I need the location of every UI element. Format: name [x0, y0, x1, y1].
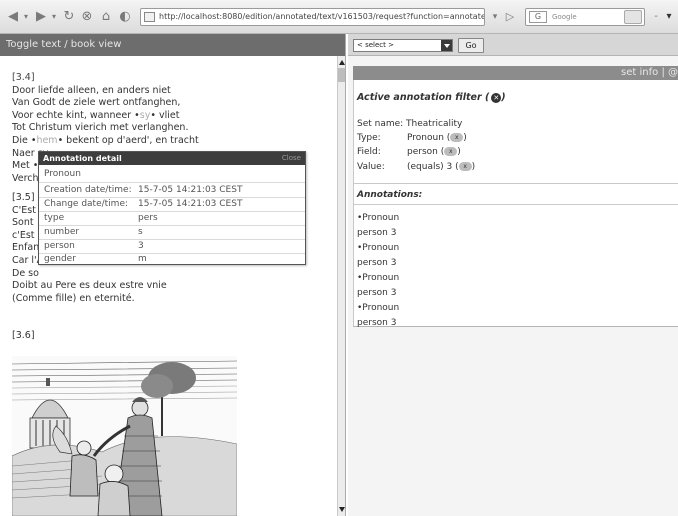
annotation-link[interactable]: •Pronoun	[357, 242, 399, 254]
popup-header[interactable]: Annotation detail Close	[39, 152, 305, 165]
annotation-detail-popup: Annotation detail Close Pronoun Creation…	[38, 151, 306, 265]
search-go-button[interactable]	[624, 10, 642, 24]
go-arrow-icon[interactable]: ▷	[503, 9, 517, 25]
menu-dropdown-icon[interactable]: ▾	[663, 9, 675, 25]
value-value: (equals) 3 (x)	[407, 162, 476, 172]
text-pane: Toggle text / book view [3.4] Door liefd…	[0, 34, 346, 516]
active-filter-panel: Active annotation filter (✕) Set name: T…	[353, 80, 678, 184]
annotations-title: Annotations:	[357, 190, 423, 200]
set-info-bar: set info | @	[353, 66, 678, 80]
popup-title: Annotation detail	[43, 154, 122, 163]
detail-value: s	[138, 227, 143, 237]
left-scrollbar[interactable]	[337, 56, 345, 516]
value-label: Value:	[357, 162, 385, 172]
search-placeholder: Google	[552, 13, 577, 21]
select-value: < select >	[357, 41, 394, 49]
annotation-detail: person 3	[357, 258, 397, 268]
divider	[39, 182, 305, 183]
annotation-category: Pronoun	[44, 169, 81, 179]
verse-line: De so	[12, 267, 39, 279]
detail-value: pers	[138, 213, 158, 223]
detail-label: gender	[44, 254, 76, 264]
detail-label: person	[44, 241, 75, 251]
popup-close-button[interactable]: Close	[282, 152, 301, 165]
filter-title: Active annotation filter (✕)	[357, 92, 506, 103]
divider	[39, 239, 305, 240]
stanza-number: [3.4]	[12, 72, 35, 83]
stanza-number: [3.6]	[12, 330, 35, 341]
back-dropdown-icon[interactable]: ▾	[22, 9, 30, 25]
verse-line: Doibt au Pere es deux estre vnie	[12, 280, 167, 292]
toggle-view-bar[interactable]: Toggle text / book view	[0, 34, 345, 56]
annotation-detail: person 3	[357, 228, 397, 238]
annotated-word[interactable]: hem	[36, 135, 57, 146]
remove-type-icon[interactable]: x	[450, 133, 464, 142]
page-favicon-icon	[144, 12, 155, 22]
field-label: Field:	[357, 147, 381, 157]
set-info-link[interactable]: set info | @	[621, 66, 678, 80]
scroll-down-icon[interactable]	[339, 507, 345, 512]
forward-dropdown-icon[interactable]: ▾	[50, 9, 58, 25]
close-icon[interactable]: ✕	[491, 92, 502, 103]
set-name-label: Set name: Theatricality	[357, 119, 463, 129]
annotation-detail: person 3	[357, 288, 397, 298]
toggle-view-label[interactable]: Toggle text / book view	[6, 39, 121, 50]
type-value: Pronoun (x)	[407, 133, 467, 143]
annotated-word[interactable]: sy	[140, 110, 151, 121]
scroll-up-icon[interactable]	[339, 60, 345, 65]
minus-icon[interactable]: -	[651, 9, 661, 25]
annotation-link[interactable]: •Pronoun	[357, 272, 399, 284]
forward-icon[interactable]: ▶	[34, 9, 48, 25]
divider	[354, 204, 678, 205]
field-value: person (x)	[407, 147, 461, 157]
verse-line: Van Godt de ziele wert ontfanghen,	[12, 97, 181, 109]
remove-value-icon[interactable]: x	[458, 162, 472, 171]
detail-value: m	[138, 254, 147, 264]
annotation-pane: < select > Go set info | @ Active annota…	[348, 34, 678, 516]
remove-field-icon[interactable]: x	[444, 147, 458, 156]
divider	[39, 253, 305, 254]
history-icon[interactable]: ◐	[118, 9, 132, 25]
detail-label: type	[44, 213, 65, 223]
verse-line: Door liefde alleen, en anders niet	[12, 84, 171, 96]
url-text: http://localhost:8080/edition/annotated/…	[159, 12, 485, 21]
annotation-link[interactable]: •Pronoun	[357, 212, 399, 224]
go-button[interactable]: Go	[458, 38, 484, 53]
url-dropdown-icon[interactable]: ▾	[489, 9, 501, 25]
verse-line: Tot Christum vierich met verlanghen.	[12, 122, 189, 134]
back-icon[interactable]: ◀	[6, 9, 20, 25]
detail-value: 3	[138, 241, 144, 251]
verse-line: (Comme fille) en eternité.	[12, 292, 135, 304]
detail-value: 15-7-05 14:21:03 CEST	[138, 185, 243, 195]
type-label: Type:	[357, 133, 381, 143]
annotations-list-panel: Annotations: •Pronoun person 3 •Pronoun …	[353, 184, 678, 328]
annotation-set-select[interactable]: < select >	[353, 39, 453, 52]
right-toolbar: < select > Go	[348, 34, 678, 56]
divider	[39, 211, 305, 212]
search-box[interactable]: G Google	[525, 8, 645, 26]
verse-line: Voor echte kint, wanneer •sy• vliet	[12, 109, 180, 121]
url-bar[interactable]: http://localhost:8080/edition/annotated/…	[140, 8, 485, 26]
search-engine-icon[interactable]: G	[529, 11, 547, 23]
home-icon[interactable]: ⌂	[99, 9, 113, 25]
detail-value: 15-7-05 14:21:03 CEST	[138, 199, 243, 209]
annotation-link[interactable]: •Pronoun	[357, 302, 399, 314]
scroll-thumb[interactable]	[338, 68, 345, 82]
detail-label: Creation date/time:	[44, 185, 132, 195]
stop-icon[interactable]: ⊗	[80, 9, 94, 25]
reload-icon[interactable]: ↻	[62, 9, 76, 25]
browser-toolbar: ◀ ▾ ▶ ▾ ↻ ⊗ ⌂ ◐ http://localhost:8080/ed…	[0, 0, 678, 34]
engraving-image	[12, 356, 237, 516]
annotation-detail: person 3	[357, 318, 397, 328]
detail-label: Change date/time:	[44, 199, 129, 209]
verse-line: Die •hem• bekent op d'aerd', en tracht	[12, 134, 199, 146]
chevron-down-icon[interactable]	[441, 40, 452, 51]
detail-label: number	[44, 227, 80, 237]
